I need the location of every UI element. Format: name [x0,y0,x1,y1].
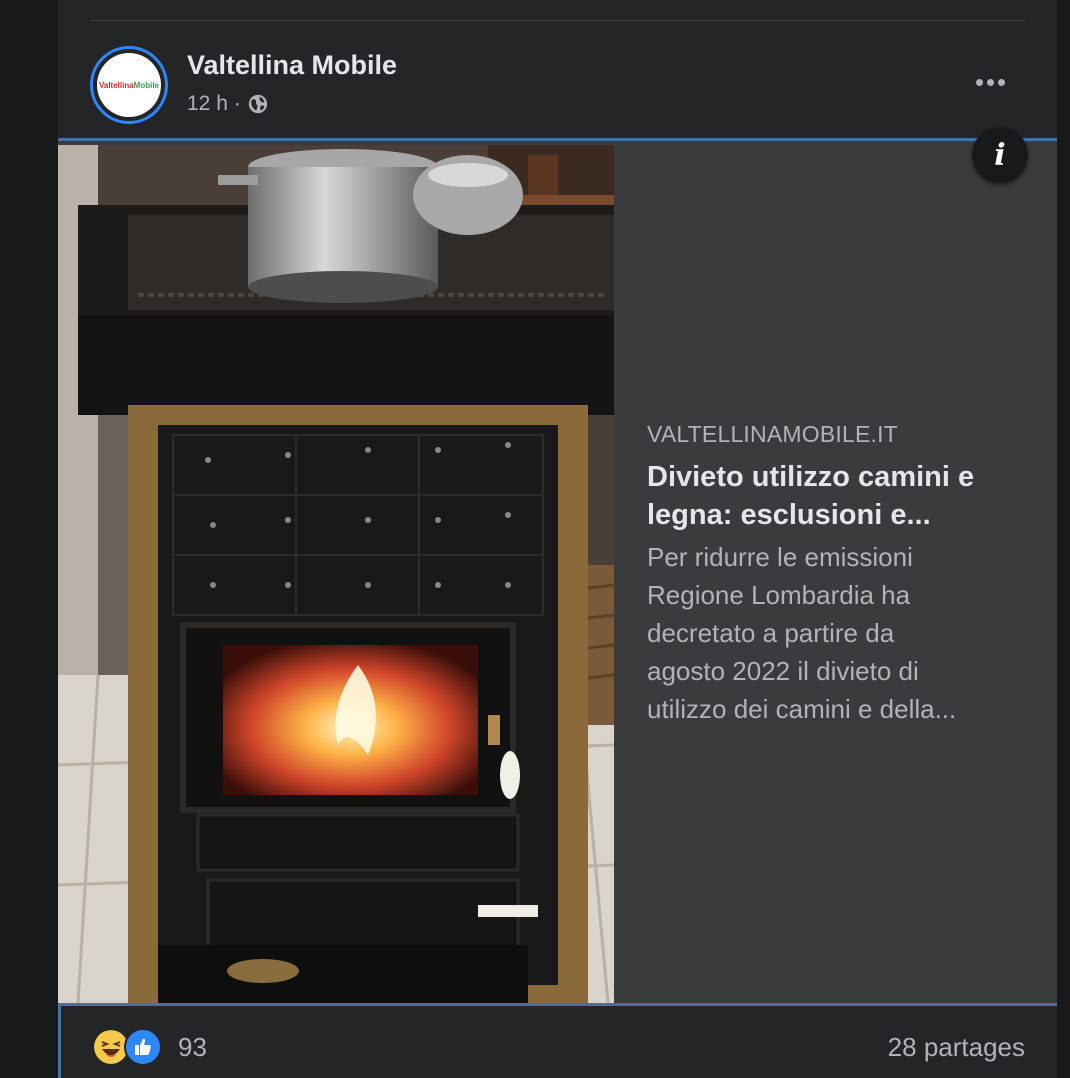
link-headline: Divieto utilizzo camini e legna: esclusi… [647,458,1037,534]
reactions-summary[interactable]: 93 [92,1028,207,1066]
avatar-logo: Valtellina Mobile [97,53,161,117]
link-preview-text[interactable]: VALTELLINAMOBILE.IT Divieto utilizzo cam… [647,421,1037,728]
info-icon[interactable]: i [972,127,1028,183]
thumbs-up-icon [135,1038,151,1055]
footer-accent-bar [58,1006,61,1078]
post-header: Valtellina Mobile Valtellina Mobile 12 h … [58,40,1057,130]
link-domain: VALTELLINAMOBILE.IT [647,421,898,447]
description-line: agosto 2022 il divieto di [647,656,919,686]
more-dot [975,78,983,86]
stove-photo[interactable] [58,145,614,1003]
post-time[interactable]: 12 h [187,92,228,116]
like-reaction-icon [124,1028,162,1066]
description-line: decretato a partire da [647,618,895,648]
more-dot [997,78,1005,86]
more-dot [986,78,994,86]
link-description: Per ridurre le emissioni Regione Lombard… [647,538,1037,728]
reaction-count[interactable]: 93 [178,1032,207,1063]
stove-illustration [58,145,614,1003]
post-card: Valtellina Mobile Valtellina Mobile 12 h … [58,0,1057,1078]
logo-text-valtellina: Valtellina [98,80,134,90]
headline-line: legna: esclusioni e... [647,499,931,531]
headline-line: Divieto utilizzo camini e [647,461,975,493]
more-options-button[interactable] [968,64,1012,100]
description-line: Regione Lombardia ha [647,580,911,610]
top-divider [90,20,1025,21]
page-avatar[interactable]: Valtellina Mobile [90,46,168,124]
meta-separator: · [233,92,241,115]
page-name-link[interactable]: Valtellina Mobile [187,50,397,81]
globe-icon[interactable] [247,93,269,115]
logo-text-mobile: Mobile [133,80,160,90]
description-line: Per ridurre le emissioni [647,542,913,572]
description-line: utilizzo dei camini e della... [647,694,957,724]
link-preview[interactable]: VALTELLINAMOBILE.IT Divieto utilizzo cam… [58,127,1057,1006]
shares-count[interactable]: 28 partages [888,1032,1025,1063]
post-meta: 12 h · [187,92,269,116]
post-footer: 93 28 partages [58,1006,1057,1078]
